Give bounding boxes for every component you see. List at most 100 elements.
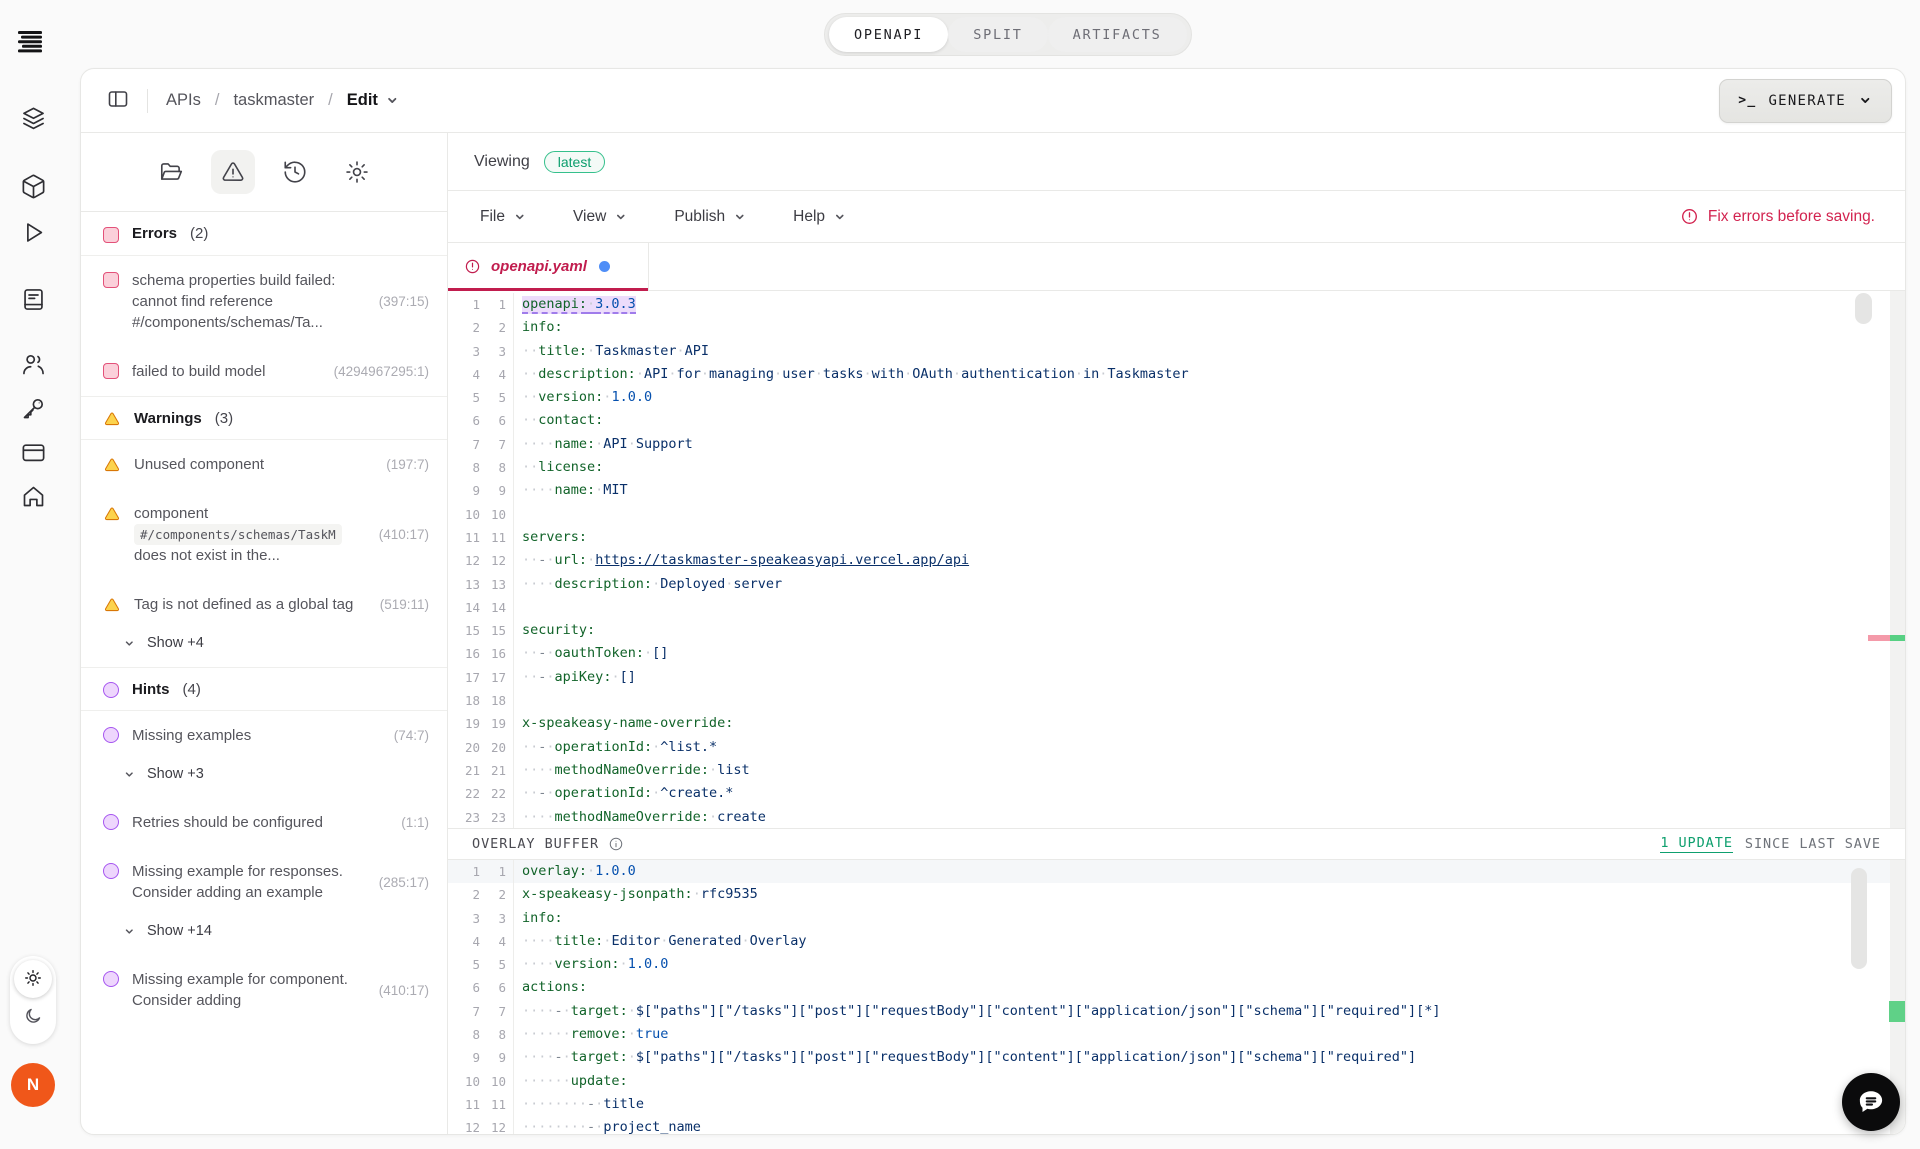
code-line[interactable]: 2323····methodNameOverride:·create (448, 806, 1905, 828)
menu-help[interactable]: Help (793, 208, 847, 226)
code-line[interactable]: 1717··-·apiKey:·[] (448, 666, 1905, 689)
panel-left-icon (106, 99, 130, 114)
code-line[interactable]: 11overlay:·1.0.0 (448, 860, 1905, 883)
breadcrumb-item-apis[interactable]: APIs (166, 91, 201, 110)
panel-tool-settings[interactable] (335, 150, 379, 194)
code-line[interactable]: 55····version:·1.0.0 (448, 953, 1905, 976)
view-tab-artifacts[interactable]: ARTIFACTS (1048, 17, 1187, 52)
sidebar-toggle-button[interactable] (103, 86, 133, 116)
theme-light-button[interactable] (14, 960, 52, 998)
code-line[interactable]: 77····name:·API·Support (448, 433, 1905, 456)
code-line[interactable]: 99····name:·MIT (448, 479, 1905, 502)
code-line[interactable]: 1111········-·title (448, 1093, 1905, 1116)
ruler-mark-change[interactable] (1890, 635, 1905, 641)
breadcrumb-item-taskmaster[interactable]: taskmaster (233, 91, 314, 110)
issues-section-hints-header[interactable]: Hints(4) (81, 667, 447, 711)
code-line[interactable]: 66actions: (448, 976, 1905, 999)
code-line[interactable]: 22info: (448, 316, 1905, 339)
show-more-button[interactable]: Show +3 (81, 760, 447, 798)
panel-tool-issues[interactable] (211, 150, 255, 194)
issues-section-warnings-header[interactable]: Warnings(3) (81, 396, 447, 440)
code-line[interactable]: 77····-·target:·$["paths"]["/tasks"]["po… (448, 1000, 1905, 1023)
overlay-ruler-mark-change[interactable] (1889, 1001, 1905, 1022)
code-line[interactable]: 88··license: (448, 456, 1905, 479)
key-nav-icon[interactable] (19, 395, 47, 423)
mode-dropdown[interactable]: Edit (347, 91, 400, 110)
issue-item[interactable]: failed to build model(4294967295:1) (81, 347, 447, 396)
issue-item[interactable]: Tag is not defined as a global tag(519:1… (81, 580, 447, 629)
code-line[interactable]: 22x-speakeasy-jsonpath:·rfc9535 (448, 883, 1905, 906)
code-line[interactable]: 55··version:·1.0.0 (448, 386, 1905, 409)
overlay-scrollbar-thumb[interactable] (1851, 868, 1867, 969)
code-line[interactable]: 1212········-·project_name (448, 1116, 1905, 1135)
hint-icon (103, 682, 119, 698)
code-line[interactable]: 1111servers: (448, 526, 1905, 549)
view-tab-openapi[interactable]: OPENAPI (829, 17, 948, 52)
panel-tool-files[interactable] (149, 150, 193, 194)
code-line[interactable]: 11openapi:·3.0.3 (448, 293, 1905, 316)
user-avatar[interactable]: N (11, 1063, 55, 1107)
generate-button[interactable]: >_ GENERATE (1719, 79, 1892, 123)
menu-bar: FileViewPublishHelp Fix errors before sa… (448, 191, 1905, 243)
info-icon[interactable] (608, 836, 624, 852)
users-nav-icon[interactable] (19, 351, 47, 379)
scrollbar-thumb[interactable] (1855, 293, 1872, 324)
chat-fab-button[interactable] (1842, 1073, 1900, 1131)
code-line[interactable]: 44····title:·Editor·Generated·Overlay (448, 930, 1905, 953)
app: N OPENAPISPLITARTIFACTS APIs/taskmaster/… (0, 0, 1920, 1149)
code-line[interactable]: 1212··-·url:·https://taskmaster-speakeas… (448, 549, 1905, 572)
ruler-mark-error[interactable] (1868, 635, 1890, 641)
issue-item[interactable]: Retries should be configured(1:1) (81, 798, 447, 847)
issue-item[interactable]: component #/components/schemas/TaskM doe… (81, 489, 447, 580)
code-line[interactable]: 66··contact: (448, 409, 1905, 432)
code-line[interactable]: 2020··-·operationId:·^list.* (448, 736, 1905, 759)
show-more-button[interactable]: Show +4 (81, 629, 447, 667)
home-nav-icon[interactable] (19, 483, 47, 511)
code-line[interactable]: 33··title:·Taskmaster·API (448, 340, 1905, 363)
code-line[interactable]: 33info: (448, 907, 1905, 930)
layers-nav-icon[interactable] (19, 105, 47, 133)
since-label: SINCE LAST SAVE (1745, 836, 1881, 852)
file-tab[interactable]: openapi.yaml (448, 243, 649, 290)
issues-section-errors-header[interactable]: Errors(2) (81, 212, 447, 256)
view-tab-split[interactable]: SPLIT (948, 17, 1047, 52)
update-link[interactable]: 1 UPDATE (1660, 835, 1733, 853)
code-line[interactable]: 99····-·target:·$["paths"]["/tasks"]["po… (448, 1046, 1905, 1069)
issue-item[interactable]: Missing examples(74:7) (81, 711, 447, 760)
code-line[interactable]: 1010 (448, 503, 1905, 526)
play-nav-icon[interactable] (19, 219, 47, 247)
save-status: 1 UPDATE SINCE LAST SAVE (1660, 835, 1881, 853)
code-line[interactable]: 1414 (448, 596, 1905, 619)
code-line[interactable]: 44··description:·API·for·managing·user·t… (448, 363, 1905, 386)
issue-location: (397:15) (379, 291, 429, 312)
version-badge[interactable]: latest (544, 151, 605, 173)
menu-file[interactable]: File (480, 208, 527, 226)
show-more-button[interactable]: Show +14 (81, 917, 447, 955)
code-line[interactable]: 1515security: (448, 619, 1905, 642)
code-line[interactable]: 2222··-·operationId:·^create.* (448, 782, 1905, 805)
code-line[interactable]: 1616··-·oauthToken:·[] (448, 642, 1905, 665)
schema-ref-chip: #/components/schemas/TaskM (134, 524, 342, 545)
issue-item[interactable]: schema properties build failed: cannot f… (81, 256, 447, 347)
workspace-body: Errors(2)schema properties build failed:… (81, 133, 1905, 1135)
book-nav-icon[interactable] (19, 286, 47, 314)
code-line[interactable]: 1919x-speakeasy-name-override: (448, 712, 1905, 735)
code-line[interactable]: 2121····methodNameOverride:·list (448, 759, 1905, 782)
package-nav-icon[interactable] (19, 173, 47, 201)
menu-view[interactable]: View (573, 208, 628, 226)
error-icon (103, 272, 119, 288)
theme-dark-button[interactable] (14, 998, 52, 1036)
menu-publish[interactable]: Publish (674, 208, 747, 226)
panel-tool-history[interactable] (273, 150, 317, 194)
code-line[interactable]: 1818 (448, 689, 1905, 712)
issue-item[interactable]: Unused component(197:7) (81, 440, 447, 489)
error-icon (103, 363, 119, 379)
chevron-down-icon (614, 210, 628, 224)
code-line[interactable]: 1313····description:·Deployed·server (448, 573, 1905, 596)
issue-item[interactable]: Missing example for responses. Consider … (81, 847, 447, 917)
code-line[interactable]: 88······remove:·true (448, 1023, 1905, 1046)
issue-item[interactable]: Missing example for component. Consider … (81, 955, 447, 1025)
billing-nav-icon[interactable] (19, 439, 47, 467)
overlay-code-lines: 11overlay:·1.0.022x-speakeasy-jsonpath:·… (448, 860, 1905, 1135)
code-line[interactable]: 1010······update: (448, 1070, 1905, 1093)
